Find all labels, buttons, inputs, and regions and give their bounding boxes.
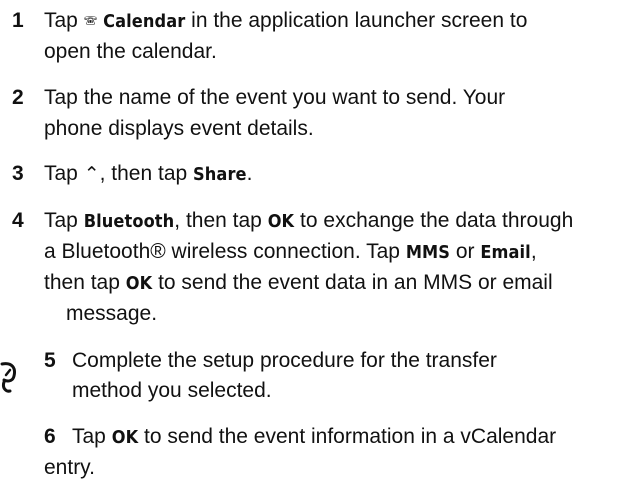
- menu-keyword: OK: [267, 211, 295, 232]
- step-text: Tap Bluetooth, then tap OK to exchange t…: [44, 209, 574, 232]
- step-number: 3: [12, 162, 24, 185]
- chevron-up-icon: ⌃: [83, 164, 100, 185]
- menu-keyword: Email: [480, 242, 531, 263]
- step-text: method you selected.: [72, 379, 272, 402]
- step-text: Tap 🕾 Calendar in the application launch…: [44, 8, 527, 35]
- step-text: entry.: [44, 456, 95, 479]
- step-text: message.: [66, 302, 158, 325]
- menu-keyword: OK: [111, 427, 139, 448]
- step-number: 2: [12, 86, 24, 109]
- menu-keyword: Bluetooth: [83, 211, 175, 232]
- menu-keyword: OK: [125, 273, 153, 294]
- step-text: a Bluetooth® wireless connection. Tap MM…: [44, 240, 537, 263]
- step-number: 1: [12, 9, 24, 32]
- step-number: 5: [44, 349, 56, 372]
- step-text: Tap ⌃, then tap Share.: [44, 161, 252, 188]
- step-text: then tap OK to send the event data in an…: [44, 271, 553, 294]
- stopwatch-icon: [0, 362, 16, 393]
- step-text: open the calendar.: [44, 40, 217, 63]
- step-number: 4: [12, 209, 24, 232]
- menu-keyword: MMS: [405, 242, 451, 263]
- menu-keyword: Share: [193, 164, 247, 185]
- calendar-icon: 🕾: [83, 11, 98, 32]
- step-text: Complete the setup procedure for the tra…: [72, 349, 497, 372]
- step-number: 6: [44, 425, 56, 448]
- step-text: Tap OK to send the event information in …: [72, 425, 557, 448]
- step-text: Tap the name of the event you want to se…: [44, 86, 506, 109]
- step-text: phone displays event details.: [44, 117, 314, 140]
- menu-keyword: Calendar: [103, 11, 186, 32]
